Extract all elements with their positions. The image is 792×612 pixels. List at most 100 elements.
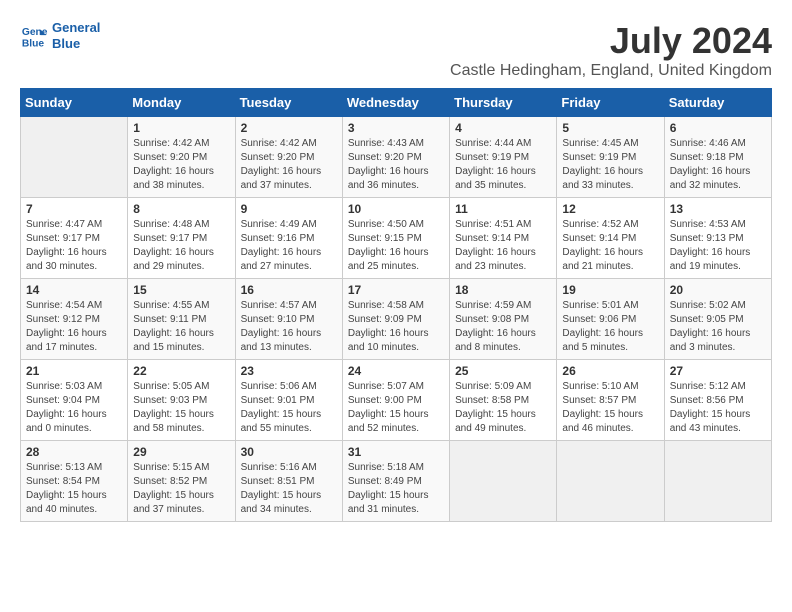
day-number: 13 — [670, 202, 766, 216]
calendar-cell: 31 Sunrise: 5:18 AM Sunset: 8:49 PM Dayli… — [342, 441, 449, 522]
svg-text:Blue: Blue — [22, 38, 45, 49]
day-info: Sunrise: 4:44 AM Sunset: 9:19 PM Dayligh… — [455, 137, 551, 193]
day-info: Sunrise: 5:07 AM Sunset: 9:00 PM Dayligh… — [348, 380, 444, 436]
logo: General Blue General Blue — [20, 20, 100, 51]
calendar-cell: 16 Sunrise: 4:57 AM Sunset: 9:10 PM Dayli… — [235, 279, 342, 360]
day-info: Sunrise: 4:43 AM Sunset: 9:20 PM Dayligh… — [348, 137, 444, 193]
day-number: 23 — [241, 364, 337, 378]
column-header-sunday: Sunday — [21, 89, 128, 117]
calendar-cell: 5 Sunrise: 4:45 AM Sunset: 9:19 PM Daylig… — [557, 117, 664, 198]
day-number: 8 — [133, 202, 229, 216]
calendar-cell: 9Sunrise: 4:49 AM Sunset: 9:16 PM Daylig… — [235, 198, 342, 279]
day-info: Sunrise: 4:42 AM Sunset: 9:20 PM Dayligh… — [133, 137, 229, 193]
day-number: 25 — [455, 364, 551, 378]
day-info: Sunrise: 5:09 AM Sunset: 8:58 PM Dayligh… — [455, 380, 551, 436]
day-number: 24 — [348, 364, 444, 378]
day-number: 30 — [241, 445, 337, 459]
day-number: 14 — [26, 283, 122, 297]
day-number: 31 — [348, 445, 444, 459]
day-number: 1 — [133, 121, 229, 135]
day-number: 20 — [670, 283, 766, 297]
day-info: Sunrise: 5:05 AM Sunset: 9:03 PM Dayligh… — [133, 380, 229, 436]
day-number: 26 — [562, 364, 658, 378]
week-row-3: 14 Sunrise: 4:54 AM Sunset: 9:12 PM Dayli… — [21, 279, 772, 360]
column-header-wednesday: Wednesday — [342, 89, 449, 117]
week-row-4: 21 Sunrise: 5:03 AM Sunset: 9:04 PM Dayli… — [21, 360, 772, 441]
calendar-cell: 10 Sunrise: 4:50 AM Sunset: 9:15 PM Dayli… — [342, 198, 449, 279]
calendar-cell: 8 Sunrise: 4:48 AM Sunset: 9:17 PM Daylig… — [128, 198, 235, 279]
day-number: 11 — [455, 202, 551, 216]
logo-text-line2: Blue — [52, 36, 100, 52]
day-info: Sunrise: 4:46 AM Sunset: 9:18 PM Dayligh… — [670, 137, 766, 193]
day-info: Sunrise: 4:47 AM Sunset: 9:17 PM Dayligh… — [26, 218, 122, 274]
calendar-cell: 7 Sunrise: 4:47 AM Sunset: 9:17 PM Daylig… — [21, 198, 128, 279]
day-info: Sunrise: 5:18 AM Sunset: 8:49 PM Dayligh… — [348, 461, 444, 517]
day-number: 29 — [133, 445, 229, 459]
day-number: 5 — [562, 121, 658, 135]
day-number: 16 — [241, 283, 337, 297]
day-info: Sunrise: 4:52 AM Sunset: 9:14 PM Dayligh… — [562, 218, 658, 274]
calendar-cell: 18 Sunrise: 4:59 AM Sunset: 9:08 PM Dayli… — [450, 279, 557, 360]
calendar-cell: 20 Sunrise: 5:02 AM Sunset: 9:05 PM Dayli… — [664, 279, 771, 360]
day-number: 7 — [26, 202, 122, 216]
day-info: Sunrise: 4:48 AM Sunset: 9:17 PM Dayligh… — [133, 218, 229, 274]
day-number: 10 — [348, 202, 444, 216]
column-header-saturday: Saturday — [664, 89, 771, 117]
day-info: Sunrise: 4:45 AM Sunset: 9:19 PM Dayligh… — [562, 137, 658, 193]
title-block: July 2024 Castle Hedingham, England, Uni… — [450, 20, 772, 80]
day-number: 18 — [455, 283, 551, 297]
calendar-cell: 28Sunrise: 5:13 AM Sunset: 8:54 PM Dayli… — [21, 441, 128, 522]
day-number: 4 — [455, 121, 551, 135]
calendar-cell: 21 Sunrise: 5:03 AM Sunset: 9:04 PM Dayli… — [21, 360, 128, 441]
day-info: Sunrise: 4:58 AM Sunset: 9:09 PM Dayligh… — [348, 299, 444, 355]
day-info: Sunrise: 4:51 AM Sunset: 9:14 PM Dayligh… — [455, 218, 551, 274]
week-row-1: 1 Sunrise: 4:42 AM Sunset: 9:20 PM Daylig… — [21, 117, 772, 198]
calendar-cell: 3 Sunrise: 4:43 AM Sunset: 9:20 PM Daylig… — [342, 117, 449, 198]
day-number: 21 — [26, 364, 122, 378]
day-info: Sunrise: 4:49 AM Sunset: 9:16 PM Dayligh… — [241, 218, 337, 274]
day-info: Sunrise: 4:59 AM Sunset: 9:08 PM Dayligh… — [455, 299, 551, 355]
calendar-cell: 30 Sunrise: 5:16 AM Sunset: 8:51 PM Dayli… — [235, 441, 342, 522]
day-info: Sunrise: 4:54 AM Sunset: 9:12 PM Dayligh… — [26, 299, 122, 355]
svg-text:General: General — [22, 27, 48, 38]
calendar-cell: 4 Sunrise: 4:44 AM Sunset: 9:19 PM Daylig… — [450, 117, 557, 198]
calendar-cell: 26Sunrise: 5:10 AM Sunset: 8:57 PM Dayli… — [557, 360, 664, 441]
day-number: 17 — [348, 283, 444, 297]
calendar-cell: 19Sunrise: 5:01 AM Sunset: 9:06 PM Dayli… — [557, 279, 664, 360]
day-info: Sunrise: 4:57 AM Sunset: 9:10 PM Dayligh… — [241, 299, 337, 355]
day-info: Sunrise: 4:53 AM Sunset: 9:13 PM Dayligh… — [670, 218, 766, 274]
day-info: Sunrise: 4:50 AM Sunset: 9:15 PM Dayligh… — [348, 218, 444, 274]
day-info: Sunrise: 4:55 AM Sunset: 9:11 PM Dayligh… — [133, 299, 229, 355]
calendar-cell: 22 Sunrise: 5:05 AM Sunset: 9:03 PM Dayli… — [128, 360, 235, 441]
calendar-table: SundayMondayTuesdayWednesdayThursdayFrid… — [20, 88, 772, 522]
day-info: Sunrise: 5:13 AM Sunset: 8:54 PM Dayligh… — [26, 461, 122, 517]
calendar-cell: 15Sunrise: 4:55 AM Sunset: 9:11 PM Dayli… — [128, 279, 235, 360]
day-info: Sunrise: 5:06 AM Sunset: 9:01 PM Dayligh… — [241, 380, 337, 436]
calendar-cell: 1 Sunrise: 4:42 AM Sunset: 9:20 PM Daylig… — [128, 117, 235, 198]
calendar-cell: 27Sunrise: 5:12 AM Sunset: 8:56 PM Dayli… — [664, 360, 771, 441]
day-info: Sunrise: 5:03 AM Sunset: 9:04 PM Dayligh… — [26, 380, 122, 436]
column-header-friday: Friday — [557, 89, 664, 117]
day-info: Sunrise: 4:42 AM Sunset: 9:20 PM Dayligh… — [241, 137, 337, 193]
day-number: 22 — [133, 364, 229, 378]
header-row: SundayMondayTuesdayWednesdayThursdayFrid… — [21, 89, 772, 117]
calendar-cell: 12Sunrise: 4:52 AM Sunset: 9:14 PM Dayli… — [557, 198, 664, 279]
calendar-cell: 24 Sunrise: 5:07 AM Sunset: 9:00 PM Dayli… — [342, 360, 449, 441]
logo-icon: General Blue — [20, 22, 48, 50]
day-info: Sunrise: 5:02 AM Sunset: 9:05 PM Dayligh… — [670, 299, 766, 355]
calendar-cell: 11 Sunrise: 4:51 AM Sunset: 9:14 PM Dayli… — [450, 198, 557, 279]
calendar-cell: 25 Sunrise: 5:09 AM Sunset: 8:58 PM Dayli… — [450, 360, 557, 441]
calendar-header: General Blue General Blue July 2024 Cast… — [20, 20, 772, 80]
day-info: Sunrise: 5:15 AM Sunset: 8:52 PM Dayligh… — [133, 461, 229, 517]
calendar-title: July 2024 — [450, 20, 772, 62]
day-number: 19 — [562, 283, 658, 297]
calendar-cell: 2Sunrise: 4:42 AM Sunset: 9:20 PM Daylig… — [235, 117, 342, 198]
logo-text-line1: General — [52, 20, 100, 36]
calendar-cell: 29 Sunrise: 5:15 AM Sunset: 8:52 PM Dayli… — [128, 441, 235, 522]
day-number: 3 — [348, 121, 444, 135]
day-number: 27 — [670, 364, 766, 378]
calendar-cell — [21, 117, 128, 198]
day-number: 6 — [670, 121, 766, 135]
calendar-cell — [450, 441, 557, 522]
day-info: Sunrise: 5:16 AM Sunset: 8:51 PM Dayligh… — [241, 461, 337, 517]
